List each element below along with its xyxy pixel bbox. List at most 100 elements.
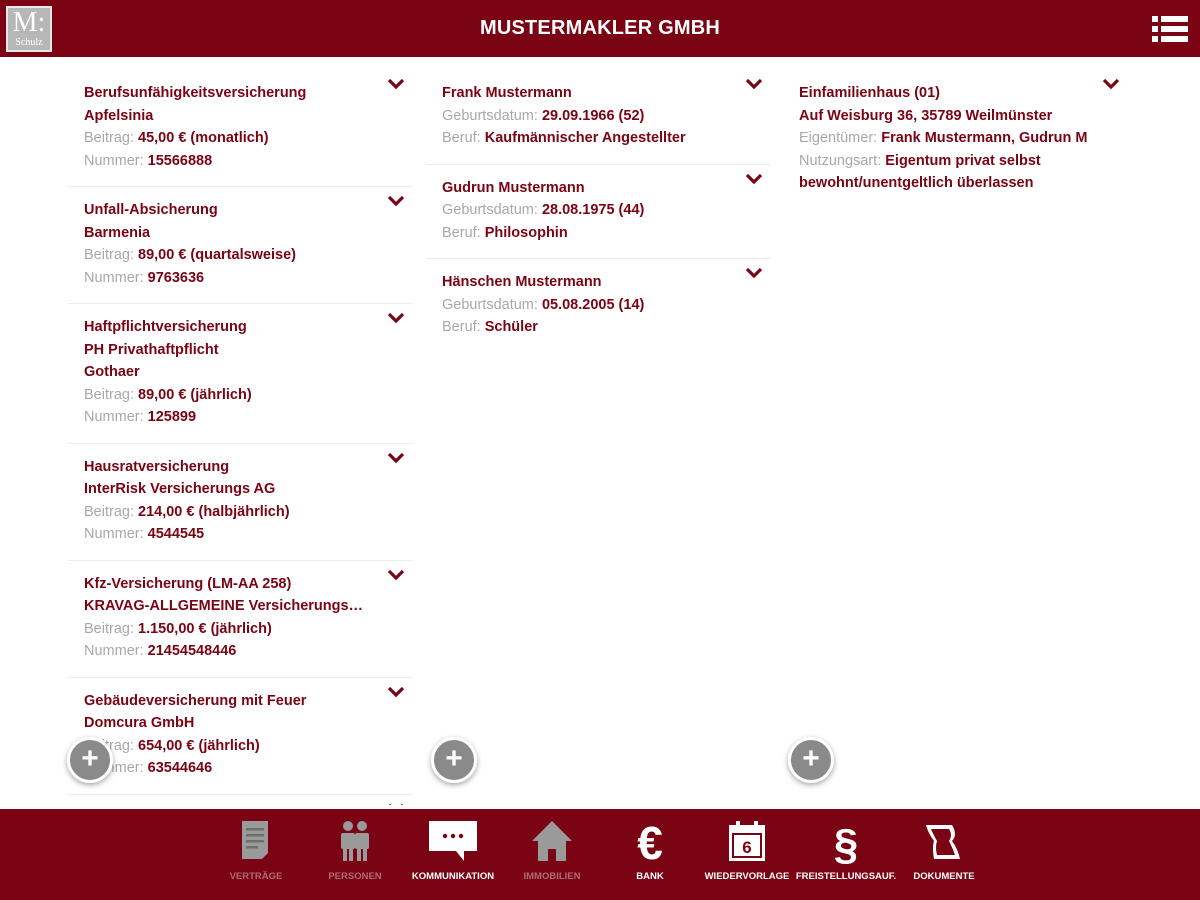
persons-list: Frank Mustermann Geburtsdatum: 29.09.196… [426,70,771,805]
contract-type: Hausratversicherung [84,458,230,475]
contract-insurer: Barmenia [84,224,151,241]
nummer-label: Nummer: [84,152,144,169]
beitrag-label: Beitrag: [84,386,134,403]
beruf-label: Beruf: [442,224,481,241]
nummer-value: 63544646 [147,760,213,776]
contracts-list: Berufsunfähigkeitsversicherung Apfelsini… [68,70,413,805]
beruf-value: Kaufmännischer Angestellter [484,130,686,146]
people-icon [341,821,369,861]
paragraph-icon: § [834,820,858,865]
person-name: Hänschen Mustermann [442,274,602,290]
contract-insurer: InterRisk Versicherungs AG [84,481,276,497]
nav-freistellungsauftrag[interactable]: § FREISTELLUNGSAUF. [796,809,896,900]
contract-type: Kfz-Versicherung (LM-AA 258) [84,575,292,592]
contract-type: Unfall-Absicherung [84,202,218,218]
chevron-down-icon[interactable] [745,173,763,185]
beitrag-value: 1.150,00 € (jährlich) [138,620,272,637]
contract-insurer: Domcura GmbH [84,715,195,731]
contract-item[interactable]: Haftpflichtversicherung PH Privathaftpfl… [68,304,413,444]
beitrag-value: 214,00 € (halbjährlich) [138,503,290,520]
nummer-value: 21454548446 [147,643,237,659]
owner-value: Frank Mustermann, Gudrun Musterma [881,130,1088,146]
chevron-down-icon[interactable] [1102,78,1120,90]
chevron-down-icon[interactable] [387,312,405,324]
beitrag-label: Beitrag: [84,620,134,637]
beitrag-label: Beitrag: [84,503,134,520]
property-item[interactable]: Einfamilienhaus (01) Auf Weisburg 36, 35… [783,70,1128,209]
chevron-down-icon[interactable] [387,569,405,581]
chevron-down-icon[interactable] [745,267,763,279]
nav-label: DOKUMENTE [913,871,975,882]
contract-tariff: PH Privathaftpflicht [84,341,219,358]
contract-item[interactable]: Berufsunfähigkeitsversicherung Apfelsini… [68,70,413,187]
chat-bubble-icon [429,821,477,861]
nummer-value: 15566888 [147,152,213,169]
nummer-value: 9763636 [147,269,205,286]
add-property-button[interactable]: + [788,737,834,783]
contract-type: Gebäudeversicherung mit Feuer [84,692,307,709]
contract-item[interactable]: Hausratversicherung InterRisk Versicheru… [68,444,413,561]
geburtsdatum-label: Geburtsdatum: [442,202,538,218]
svg-text:6: 6 [742,838,751,857]
nav-vertraege[interactable]: VERTRÄGE [225,809,287,900]
beitrag-value: 654,00 € (jährlich) [138,737,260,754]
scroll-icon [926,825,960,859]
chevron-down-icon[interactable] [387,452,405,464]
menu-list-icon[interactable] [1152,15,1188,43]
bottom-navigation: VERTRÄGE PERSONEN KOMMUNIKATION IMMOBILI… [0,809,1200,900]
beruf-value: Philosophin [484,224,568,241]
nav-bank[interactable]: € BANK [620,809,680,900]
beitrag-label: Beitrag: [84,247,134,263]
contract-insurer: Gothaer [84,364,140,380]
euro-icon: € [637,819,663,865]
contract-item[interactable]: Kfz-Versicherung (LM-AA 258) KRAVAG-ALLG… [68,561,413,678]
person-name: Gudrun Mustermann [442,179,585,196]
nav-personen[interactable]: PERSONEN [324,809,386,900]
chevron-down-icon[interactable] [387,686,405,698]
svg-text:§: § [834,820,858,865]
nav-label: VERTRÄGE [229,871,283,882]
beitrag-label: Beitrag: [84,130,134,146]
calendar-icon: 6 [729,821,765,861]
beruf-label: Beruf: [442,319,481,335]
chevron-down-icon[interactable] [387,803,405,806]
beitrag-value: 89,00 € (quartalsweise) [138,247,296,263]
person-name: Frank Mustermann [442,85,572,101]
properties-list: Einfamilienhaus (01) Auf Weisburg 36, 35… [783,70,1128,805]
nav-label: WIEDERVORLAGE [704,871,790,882]
usage-label: Nutzungsart: [799,152,882,169]
nummer-value: 125899 [147,409,197,425]
top-app-bar: M: Schulz MUSTERMAKLER GMBH [0,0,1200,57]
beruf-value: Schüler [484,319,538,335]
nav-label: KOMMUNIKATION [411,871,495,882]
contract-item[interactable]: Gebäudeversicherung mit Feuer Domcura Gm… [68,678,413,795]
geburtsdatum-value: 28.08.1975 (44) [541,202,645,218]
add-contract-button[interactable]: + [67,737,113,783]
nav-label: IMMOBILIEN [523,871,581,882]
owner-label: Eigentümer: [799,130,878,146]
nummer-label: Nummer: [84,409,144,425]
chevron-down-icon[interactable] [387,195,405,207]
contract-item-partial[interactable] [68,795,413,806]
geburtsdatum-label: Geburtsdatum: [442,296,538,313]
nav-dokumente[interactable]: DOKUMENTE [913,809,975,900]
nav-label: PERSONEN [328,871,382,882]
chevron-down-icon[interactable] [745,78,763,90]
person-item[interactable]: Gudrun Mustermann Geburtsdatum: 28.08.19… [426,165,771,259]
add-person-button[interactable]: + [431,737,477,783]
contract-type: Berufsunfähigkeitsversicherung [84,85,307,101]
nav-immobilien[interactable]: IMMOBILIEN [521,809,583,900]
contract-item[interactable]: Unfall-Absicherung Barmenia Beitrag: 89,… [68,187,413,304]
beruf-label: Beruf: [442,130,481,146]
person-item[interactable]: Hänschen Mustermann Geburtsdatum: 05.08.… [426,259,771,353]
beitrag-value: 89,00 € (jährlich) [138,386,252,403]
geburtsdatum-value: 29.09.1966 (52) [541,107,645,124]
chevron-down-icon[interactable] [387,78,405,90]
svg-text:€: € [637,819,663,865]
person-item[interactable]: Frank Mustermann Geburtsdatum: 29.09.196… [426,70,771,165]
nummer-value: 4544545 [147,526,205,542]
nav-kommunikation[interactable]: KOMMUNIKATION [412,809,494,900]
nav-label: BANK [636,871,664,882]
nav-wiedervorlage[interactable]: 6 WIEDERVORLAGE [705,809,789,900]
nummer-label: Nummer: [84,269,144,286]
